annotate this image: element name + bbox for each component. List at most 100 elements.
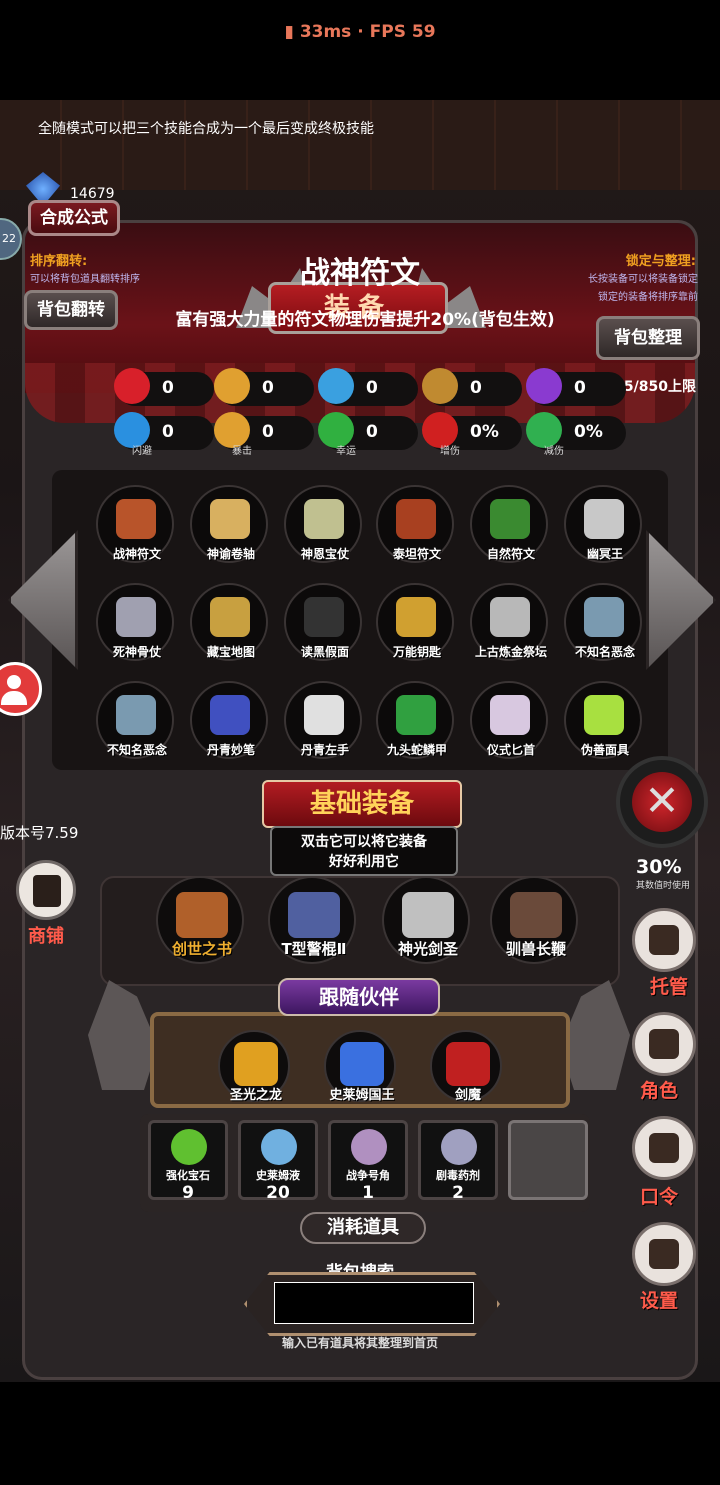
- inventory-item[interactable]: 自然符文: [470, 485, 548, 563]
- follower-icon: [234, 1042, 278, 1086]
- item-icon: [490, 597, 530, 637]
- item-label: 读黑假面: [300, 645, 349, 659]
- consumable-item[interactable]: 史莱姆液 20: [238, 1120, 318, 1203]
- consumable-slot-empty[interactable]: [508, 1120, 588, 1200]
- inventory-item[interactable]: 战神符文: [96, 485, 174, 563]
- gear-icon: [649, 1239, 679, 1269]
- item-label: 战神符文: [112, 547, 161, 561]
- inventory-item[interactable]: 神恩宝仗: [284, 485, 362, 563]
- search-input[interactable]: [274, 1282, 474, 1324]
- inventory-item[interactable]: 上古炼金祭坛: [470, 583, 548, 661]
- inventory-item[interactable]: 伪善面具: [564, 681, 642, 759]
- stat-label: 闪避: [132, 446, 152, 457]
- code-button[interactable]: [632, 1116, 696, 1180]
- inventory-item[interactable]: 幽冥王: [564, 485, 642, 563]
- stat-value: 0: [162, 378, 174, 398]
- equipped-item[interactable]: 神光剑圣: [382, 876, 470, 964]
- item-label: 神光剑圣: [397, 940, 458, 958]
- item-count: 2: [452, 1183, 464, 1203]
- bag-flip-button[interactable]: 背包翻转: [24, 290, 118, 330]
- follower-label: 史莱姆国王: [329, 1088, 395, 1103]
- inventory-item[interactable]: 仪式匕首: [470, 681, 548, 759]
- inventory-item[interactable]: 不知名恶念: [96, 681, 174, 759]
- follower-item[interactable]: 剑魔: [430, 1030, 502, 1103]
- item-label: 藏宝地图: [206, 645, 255, 659]
- equipped-item[interactable]: 驯兽长鞭: [490, 876, 578, 964]
- stat-value: 0: [366, 378, 378, 398]
- role-button[interactable]: [632, 1012, 696, 1076]
- tip-text: 全随模式可以把三个技能合成为一个最后变成终极技能: [38, 121, 374, 137]
- background-wall: [0, 100, 720, 190]
- item-label: 幽冥王: [586, 547, 623, 561]
- screen: { "status": {"ping": "33ms", "fps": "FPS…: [0, 0, 720, 1485]
- item-icon: [171, 1129, 207, 1165]
- helmet-icon: [318, 368, 354, 404]
- item-label: 驯兽长鞭: [505, 940, 566, 958]
- stat-value: 0: [470, 378, 482, 398]
- bag-organize-button[interactable]: 背包整理: [596, 316, 700, 360]
- synth-formula-button[interactable]: 合成公式: [28, 200, 120, 236]
- shop-button[interactable]: [16, 860, 76, 920]
- scroll-icon: [649, 1133, 679, 1163]
- inventory-item[interactable]: 丹青妙笔: [190, 681, 268, 759]
- stat-value: 0: [574, 378, 586, 398]
- item-description: 富有强大力量的符文物理伤害提升20%(背包生效): [175, 310, 555, 330]
- auto-manage-label: 托管: [650, 976, 689, 998]
- hood-icon: [649, 1029, 679, 1059]
- item-count: 9: [182, 1183, 194, 1203]
- item-icon: [584, 695, 624, 735]
- search-hint: 输入已有道具将其整理到首页: [281, 1336, 438, 1350]
- item-icon: [304, 597, 344, 637]
- consumable-item[interactable]: 战争号角 1: [328, 1120, 408, 1203]
- item-icon: [116, 695, 156, 735]
- inventory-item[interactable]: 九头蛇鳞甲: [376, 681, 454, 759]
- consumable-item[interactable]: 剧毒药剂 2: [418, 1120, 498, 1203]
- item-label: 泰坦符文: [392, 547, 441, 561]
- item-label: 九头蛇鳞甲: [386, 743, 447, 757]
- inventory-item[interactable]: 神谕卷轴: [190, 485, 268, 563]
- percent-value: 30%: [636, 856, 682, 878]
- base-tip-line-1: 双击它可以将它装备: [301, 834, 427, 850]
- item-icon: [351, 1129, 387, 1165]
- item-icon: [304, 695, 344, 735]
- item-count: 20: [266, 1183, 290, 1203]
- follower-item[interactable]: 史莱姆国王: [324, 1030, 396, 1103]
- close-button[interactable]: ✕: [616, 756, 708, 848]
- item-label: 不知名恶念: [574, 645, 635, 659]
- consumable-item[interactable]: 强化宝石 9: [148, 1120, 228, 1203]
- item-label: 伪善面具: [580, 743, 629, 757]
- base-tip-line-2: 好好利用它: [329, 854, 399, 870]
- stat-5: 0 闪避: [114, 412, 214, 457]
- item-icon: [490, 695, 530, 735]
- item-label: 万能钥匙: [392, 645, 441, 659]
- settings-label: 设置: [640, 1290, 679, 1312]
- item-label: 丹青妙笔: [206, 743, 255, 757]
- item-label: 剧毒药剂: [436, 1169, 480, 1182]
- inventory-item[interactable]: 丹青左手: [284, 681, 362, 759]
- stat-label: 减伤: [544, 446, 564, 457]
- shop-label: 商铺: [28, 926, 64, 947]
- inventory-item[interactable]: 万能钥匙: [376, 583, 454, 661]
- equipped-item[interactable]: T型警棍Ⅱ: [268, 876, 356, 964]
- follower-item[interactable]: 圣光之龙: [218, 1030, 290, 1103]
- fps: FPS 59: [369, 22, 436, 42]
- settings-button[interactable]: [632, 1222, 696, 1286]
- item-label: 上古炼金祭坛: [474, 645, 547, 659]
- item-icon: [510, 892, 562, 938]
- lightning-icon: [526, 368, 562, 404]
- item-icon: [396, 499, 436, 539]
- inventory-item[interactable]: 泰坦符文: [376, 485, 454, 563]
- equipped-item[interactable]: 创世之书: [156, 876, 244, 964]
- stat-7: 0 幸运: [318, 412, 418, 457]
- inventory-item[interactable]: 死神骨仗: [96, 583, 174, 661]
- base-equipment-tip: 双击它可以将它装备 好好利用它: [270, 826, 458, 876]
- stat-2: 0: [318, 368, 418, 406]
- inventory-item[interactable]: 读黑假面: [284, 583, 362, 661]
- item-icon: [304, 499, 344, 539]
- inventory-item[interactable]: 藏宝地图: [190, 583, 268, 661]
- item-icon: [396, 695, 436, 735]
- inventory-item[interactable]: 不知名恶念: [564, 583, 642, 661]
- auto-manage-button[interactable]: [632, 908, 696, 972]
- strength-icon: [214, 368, 250, 404]
- item-label: 创世之书: [171, 940, 232, 958]
